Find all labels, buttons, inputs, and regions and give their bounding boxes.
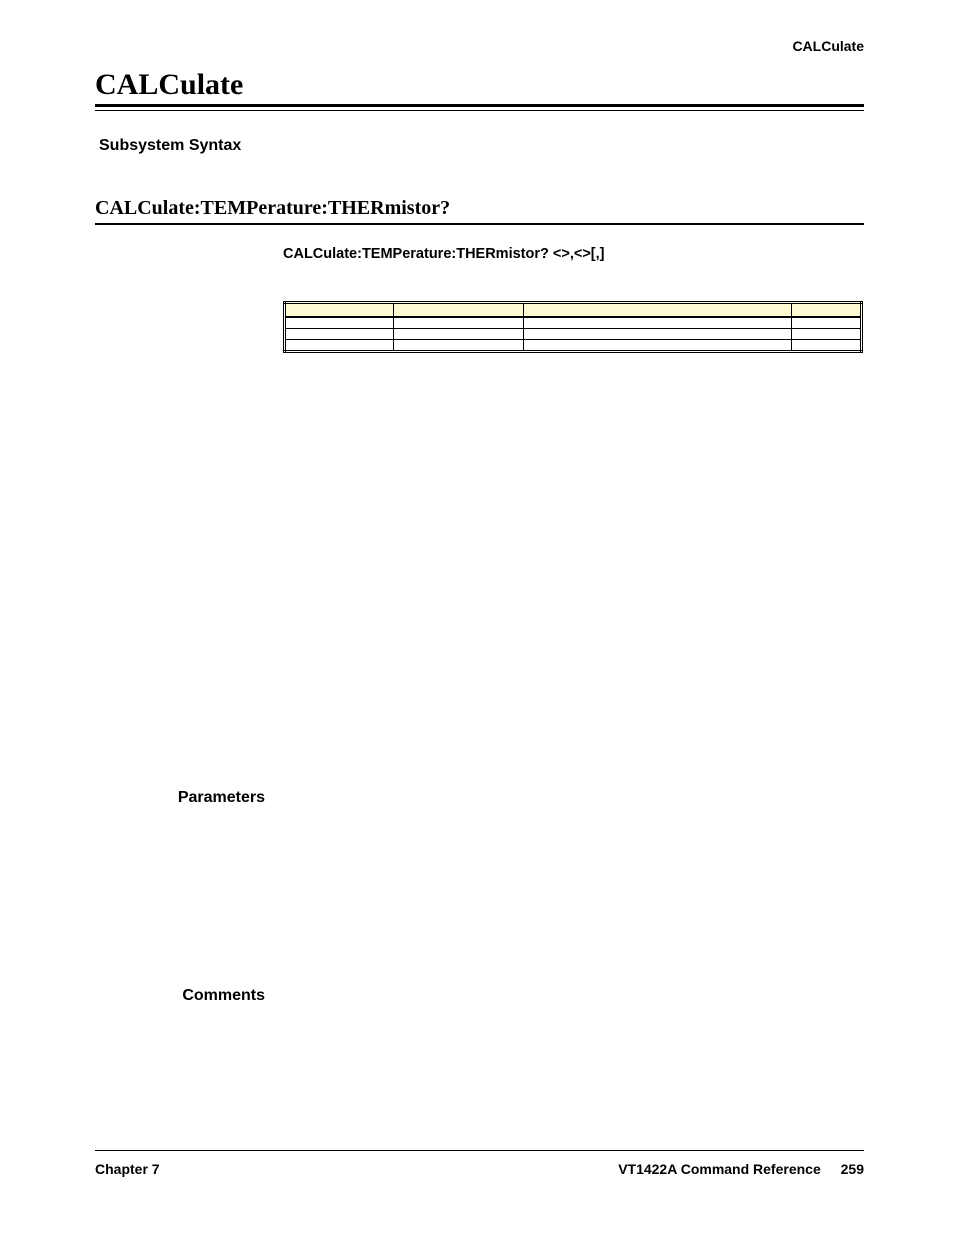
command-syntax-line: CALCulate:TEMPerature:THERmistor? <>,<>[…	[283, 243, 864, 265]
cell	[394, 317, 523, 329]
cmd-bold-3: >[,	[582, 246, 599, 262]
comments-label: Comments	[95, 987, 265, 1005]
cell	[792, 339, 862, 351]
subsystem-syntax-label: Subsystem Syntax	[99, 137, 864, 155]
cell	[523, 317, 792, 329]
footer-doc-title: VT1422A Command Reference	[618, 1161, 821, 1177]
table-header-row	[285, 302, 862, 317]
page-footer: Chapter 7 VT1422A Command Reference 259	[95, 1150, 864, 1177]
cell	[394, 339, 523, 351]
header-topic: CALCulate	[95, 38, 864, 54]
page-title: CALCulate	[95, 68, 864, 102]
cell	[285, 317, 394, 329]
cell	[792, 317, 862, 329]
cmd-bold-4: ]	[600, 246, 605, 262]
footer-page-number: 259	[841, 1161, 864, 1177]
section-heading: CALCulate:TEMPerature:THERmistor?	[95, 197, 864, 220]
parameters-label: Parameters	[95, 789, 265, 807]
parameters-table	[283, 301, 863, 353]
cell	[285, 339, 394, 351]
table-row	[285, 339, 862, 351]
cell	[285, 328, 394, 339]
th-name	[285, 302, 394, 317]
cmd-bold-1: CALCulate:TEMPerature:THERmistor? <	[283, 246, 561, 262]
title-rule	[95, 104, 864, 111]
section-rule	[95, 223, 864, 225]
cell	[523, 339, 792, 351]
cell	[792, 328, 862, 339]
footer-right: VT1422A Command Reference 259	[618, 1161, 864, 1177]
th-type	[394, 302, 523, 317]
th-default	[792, 302, 862, 317]
footer-chapter: Chapter 7	[95, 1161, 160, 1177]
table-row	[285, 328, 862, 339]
table-row	[285, 317, 862, 329]
cmd-bold-2: >,<	[561, 246, 582, 262]
cell	[523, 328, 792, 339]
th-range	[523, 302, 792, 317]
cell	[394, 328, 523, 339]
footer-rule	[95, 1150, 864, 1151]
